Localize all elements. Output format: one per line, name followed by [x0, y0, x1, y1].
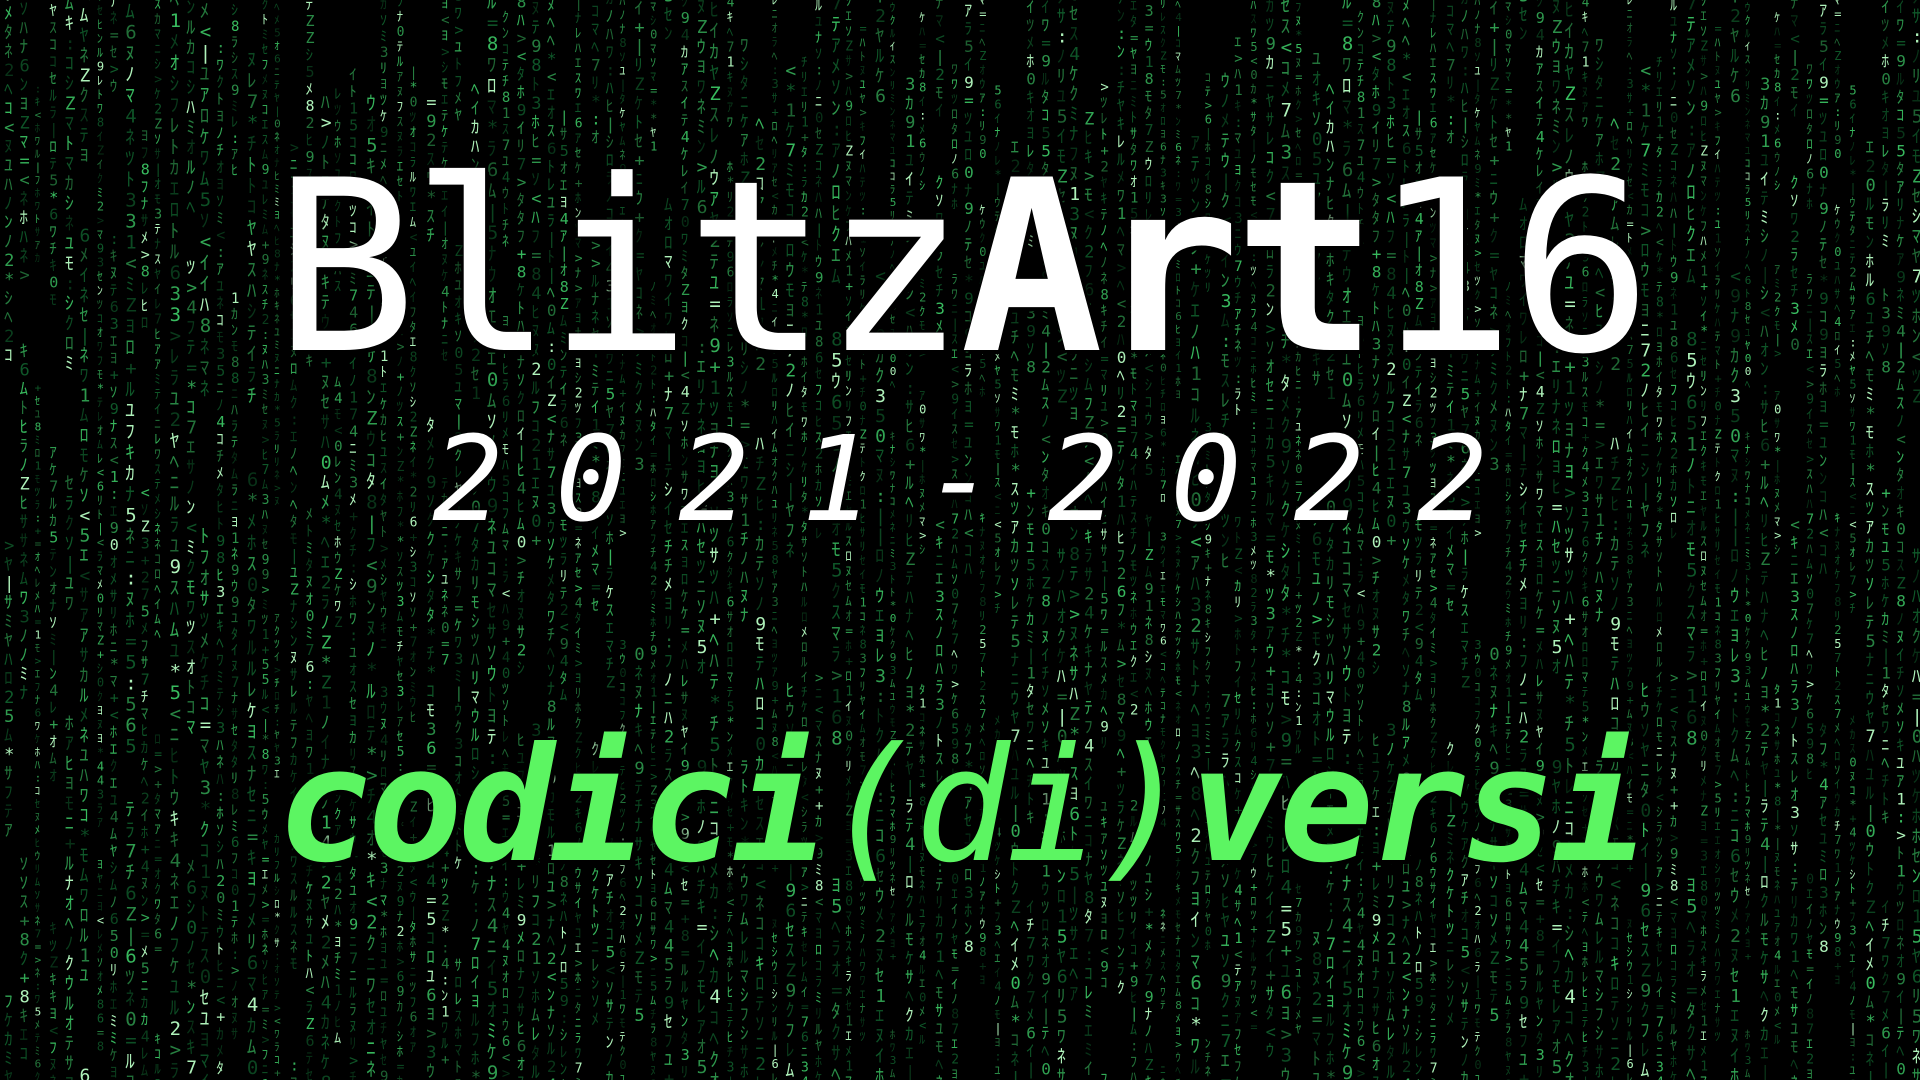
- poster: ﾚﾀﾎﾒﾀﾈ2ﾍｺ<ﾇﾕﾊﾉﾝﾉ2*ｼﾍ2ｺ>ﾔ|ｻﾐﾔﾊﾛ25ﾑ*ｻﾌﾃｱﾌｹ…: [0, 0, 1920, 1080]
